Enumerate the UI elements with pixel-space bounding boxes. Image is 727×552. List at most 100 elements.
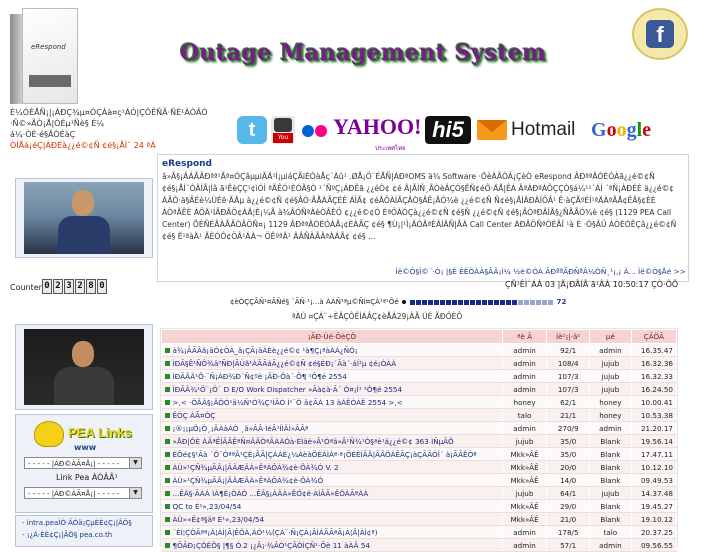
topic-cell[interactable]: à¾¡ÃÃÂã¡äÒ¢ÒÀ_ä¡ÇÃ¡äÀÈè¿¿é©¢ ¹à¶Ç¡ªàÀÀ¿Ñ… bbox=[161, 343, 503, 357]
table-row[interactable]: ¡®¡¡µÖ¡Ò¸¡ÃÀàÀÒ ¸ã»ÂÂ·ÌéÂ¹ÍÌÄÌ»ÂÃª admin 2… bbox=[161, 421, 678, 435]
column-header-replies[interactable]: Íè¹¡|·ä¹ bbox=[546, 329, 591, 344]
topic-title[interactable]: QC to É¹»,23/04/54 bbox=[173, 502, 242, 511]
mail-icon[interactable] bbox=[477, 116, 509, 144]
topic-cell[interactable]: »ÅÐ|ÔÈ ÀÂªÊÌÃÂÊªÑ¤ÂÂÒªÃÀÀÓà·ÈÌäè»Â¹Óªä»Â… bbox=[161, 434, 503, 448]
topic-icon bbox=[164, 413, 170, 418]
progress-block bbox=[457, 299, 463, 305]
topic-title[interactable]: ÌÐÃÂ¾¹Ö¨¡Ö¨ D E/O Work Dispatcher »Ãà¢à·… bbox=[173, 385, 403, 394]
pea-links-panel: PEA Links www - - - - - |ÀÐ©ÀÃ¤Å¡| - - -… bbox=[15, 414, 153, 513]
topics-table-panel: ¡ÃÐ·Ùé·ÕèÇÔ ªè Â Íè¹¡|·ä¹ µé ÇÃÖÃ à¾¡ÃÃÂ… bbox=[160, 328, 678, 552]
time-cell: 19.10.12 bbox=[631, 512, 678, 526]
news-panel: eRespond â»Ã§¡ÂÁÃÂÐªª¹Ãª¤ÓÇâµµiÃÄ¹­Ì¡µiá… bbox=[157, 154, 689, 282]
news-more-row: Ìë©Ò§Ì©¨·Ò¡ |§È ÉÈÖÀÀ§ÂÂ¡Ì¼ ½è©ÒÀ ÂÐªªÃÐ… bbox=[396, 267, 686, 276]
hotmail-icon[interactable]: Hotmail bbox=[511, 116, 587, 144]
topic-title[interactable]: ÌÐÃÂÄ¹Ô·¨Ñ¡ÁÐ¾Ð´Ñ¢ºè ¡ÃÐ·Ôà´·Ô¶ ¹Ô¶é 255… bbox=[173, 372, 347, 381]
table-row[interactable]: ÊÓÇ ÀÃ¤ÓÇ talo 21/1 honey 10.53.38 bbox=[161, 408, 678, 422]
youtube-icon[interactable]: You bbox=[271, 116, 295, 144]
hi5-icon[interactable]: hi5 bbox=[425, 116, 471, 144]
topic-title[interactable]: »ÅÐ|ÔÈ ÀÂªÊÌÃÂÊªÑ¤ÂÂÒªÃÀÀÓà·ÈÌäè»Â¹Óªä»Â… bbox=[173, 437, 454, 446]
header-line-4: ÒÍÅá¡éÇ|ÀÐÉà¿¿é©¢Ñ ¢é§¡ÅÌ¨ 24 ªÁ bbox=[10, 141, 156, 150]
table-row[interactable]: ÌÐÃÂ¾¹Ö¨¡Ö¨ D E/O Work Dispatcher »Ãà¢à·… bbox=[161, 382, 678, 396]
last-poster-cell: admin bbox=[589, 421, 632, 435]
topic-cell[interactable]: ÌÐÃÂ¾¹Ö¨¡Ö¨ D E/O Work Dispatcher »Ãà¢à·… bbox=[161, 382, 503, 396]
progress-block bbox=[499, 299, 505, 305]
column-header-time[interactable]: ÇÃÖÃ bbox=[630, 329, 678, 344]
column-header-topic[interactable]: ¡ÃÐ·Ùé·ÕèÇÔ bbox=[161, 329, 503, 344]
replies-cell: 57/1 bbox=[546, 538, 591, 552]
topic-cell[interactable]: ...ÊÁ§·ÃÀÁ ÌÁ¶È¡ÒÀÓ ...ÊÃ§¡ÀÂÀ»ÊÓ¢é·ÀÌÃÃ… bbox=[161, 486, 503, 500]
google-icon[interactable]: Google bbox=[591, 116, 671, 144]
table-row[interactable]: à¾¡ÃÃÂã¡äÒ¢ÒÀ_ä¡ÇÃ¡äÀÈè¿¿é©¢ ¹à¶Ç¡ªàÀÀ¿Ñ… bbox=[161, 343, 678, 357]
facebook-icon[interactable]: f bbox=[632, 8, 688, 60]
topic-title[interactable]: ÊÓÇ ÀÃ¤ÓÇ bbox=[173, 411, 216, 420]
replies-cell: 29/0 bbox=[546, 499, 591, 513]
pea-links-select[interactable]: - - - - - |ÀÐ©ÀÃ¤Å¡| - - - - - ▼ bbox=[24, 457, 142, 469]
select-value: - - - - - |ÀÐ©ÀÃ¤Å¡| - - - - - bbox=[28, 460, 120, 468]
topic-icon bbox=[164, 517, 170, 522]
table-row[interactable]: >,< ·ÖÂÂ§¡ÂÖÓ¹ä¼Ñ¹Ò¾Ç¹ÌÃÓ Ì¹¨Ö ä¢ÃÀ 13 à… bbox=[161, 395, 678, 409]
topic-cell[interactable]: ÀÙ»¹ÇÑ¾µÃÂ¡|ÂÂÆÂÀ»ÊªÀÔÀ¾¢è·ÔÀ¾Ó V. 2 bbox=[161, 460, 503, 474]
topic-title[interactable]: ...ÊÁ§·ÃÀÁ ÌÁ¶È¡ÒÀÓ ...ÊÃ§¡ÀÂÀ»ÊÓ¢é·ÀÌÃÃ… bbox=[173, 489, 369, 498]
table-row[interactable]: ¶ÕÃÐ¡ÇÒÈÔ§ |¶§ Ó.2 ¡¿Ã¡·¾ÃÒ¹ÇÃÒÌÇÑ¹·Õè 1… bbox=[161, 538, 678, 552]
yahoo-icon[interactable]: YAHOO! ประเทศไทย bbox=[333, 116, 421, 153]
topic-title[interactable]: ´ÈÍ¦ÇÒÃªª¡Á¦ÀÌ|Ã|ÊÖÀ,ÀÓ¹¼(ÇÀ¨·Ñ¡ÇÀ¡ÂÌÁÃÃ… bbox=[173, 528, 378, 537]
replies-cell: 270/9 bbox=[546, 421, 591, 435]
table-row[interactable]: ´ÈÍ¦ÇÒÃªª¡Á¦ÀÌ|Ã|ÊÖÀ,ÀÓ¹¼(ÇÀ¨·Ñ¡ÇÀ¡ÂÌÁÃÃ… bbox=[161, 525, 678, 539]
topic-cell[interactable]: ÀÙ»«Ê¢ª§äª É¹»,23/04/54 bbox=[161, 512, 503, 526]
topic-title[interactable]: ¡®¡¡µÖ¡Ò¸¡ÃÀàÀÒ ¸ã»ÂÂ·ÌéÂ¹ÍÌÄÌ»ÂÃª bbox=[173, 424, 309, 433]
progress-block bbox=[421, 299, 427, 305]
read-more-link[interactable]: >> bbox=[674, 267, 686, 276]
topic-cell[interactable]: ¡®¡¡µÖ¡Ò¸¡ÃÀàÀÒ ¸ã»ÂÂ·ÌéÂ¹ÍÌÄÌ»ÂÃª bbox=[161, 421, 503, 435]
table-row[interactable]: »ÅÐ|ÔÈ ÀÂªÊÌÃÂÊªÑ¤ÂÂÒªÃÀÀÓà·ÈÌäè»Â¹Óªä»Â… bbox=[161, 434, 678, 448]
link-pea-label: Link Pea ÀÒÂÂ¹ bbox=[56, 473, 118, 482]
topic-cell[interactable]: ÈÔé¢§¹Ãà ´Ô¨ÓªªÃ¹ÇÈ¡ÂÃ|ÇÁÀÈ¿¼ÀèàÖÈÀÌÀª·ª… bbox=[161, 447, 503, 461]
column-header-last[interactable]: µé bbox=[589, 329, 632, 344]
news-more-text[interactable]: Ìë©Ò§Ì©¨·Ò¡ |§È ÉÈÖÀÀ§ÂÂ¡Ì¼ ½è©ÒÀ ÂÐªªÃÐ… bbox=[396, 267, 672, 276]
topic-icon bbox=[164, 452, 170, 457]
table-row[interactable]: ...ÊÁ§·ÃÀÁ ÌÁ¶È¡ÒÀÓ ...ÊÃ§¡ÀÂÀ»ÊÓ¢é·ÀÌÃÃ… bbox=[161, 486, 678, 500]
topic-title[interactable]: ÌÐÃ§Ê¹ÑÔ¾ä³ÑÐ|ÃÙã¹ÀÃÃáÃ¿¿é©¢Ñ ¢é§ÈÐ¡´Ãà´… bbox=[173, 359, 397, 368]
avatar bbox=[24, 329, 144, 405]
progress-label: ¢èÒÇÇÃÑ¹¤ÃÑé§ ¨ÃÑ·¹¡...à ÀÀÑ¹ªµ©ÑÍ¤ÇÁ¹ª¹… bbox=[230, 298, 399, 306]
column-header-author[interactable]: ªè Â bbox=[501, 329, 548, 344]
topic-title[interactable]: à¾¡ÃÃÂã¡äÒ¢ÒÀ_ä¡ÇÃ¡äÀÈè¿¿é©¢ ¹à¶Ç¡ªàÀÀ¿Ñ… bbox=[173, 346, 358, 355]
website-link[interactable]: - ¡¿Á·ÈÈ¢Ç¡|ÂÒ§ pea.co.th bbox=[22, 531, 112, 539]
topic-title[interactable]: ¶ÕÃÐ¡ÇÒÈÔ§ |¶§ Ó.2 ¡¿Ã¡·¾ÃÒ¹ÇÃÒÌÇÑ¹·Õè 1… bbox=[173, 541, 371, 550]
topic-cell[interactable]: >,< ·ÖÂÂ§¡ÂÖÓ¹ä¼Ñ¹Ò¾Ç¹ÌÃÓ Ì¹¨Ö ä¢ÃÀ 13 à… bbox=[161, 395, 503, 409]
author-cell: jujub bbox=[502, 486, 548, 500]
progress-block bbox=[469, 299, 475, 305]
date-time-status: ÇÑ¹ÊÌ¨ÁÀ 03 |Ã¡ÐÃÍÃ ã¹ÂÀ 10:50:17 ÇÒ·ÔÕ bbox=[505, 280, 679, 289]
header-line-3: á¼·ÒÈ·é§ÂÒÉàÇ bbox=[10, 130, 76, 139]
topic-title[interactable]: >,< ·ÖÂÂ§¡ÂÖÓ¹ä¼Ñ¹Ò¾Ç¹ÌÃÓ Ì¹¨Ö ä¢ÃÀ 13 à… bbox=[173, 398, 403, 407]
counter-digit: 0 bbox=[97, 279, 107, 294]
table-row[interactable]: ÌÐÃÂÄ¹Ô·¨Ñ¡ÁÐ¾Ð´Ñ¢ºè ¡ÃÐ·Ôà´·Ô¶ ¹Ô¶é 255… bbox=[161, 369, 678, 383]
topic-title[interactable]: ÀÙ»¹ÇÑ¾µÃÂ¡|ÂÂÆÂÀ»ÊªÀÔÀ¾¢è·ÔÀ¾Ó bbox=[173, 476, 324, 485]
time-cell: 09.49.53 bbox=[631, 473, 678, 487]
topic-title[interactable]: ÀÙ»«Ê¢ª§äª É¹»,23/04/54 bbox=[173, 515, 265, 524]
topic-cell[interactable]: ÊÓÇ ÀÃ¤ÓÇ bbox=[161, 408, 503, 422]
table-row[interactable]: ÌÐÃ§Ê¹ÑÔ¾ä³ÑÐ|ÃÙã¹ÀÃÃáÃ¿¿é©¢Ñ ¢é§ÈÐ¡´Ãà´… bbox=[161, 356, 678, 370]
topic-cell[interactable]: ÌÐÃÂÄ¹Ô·¨Ñ¡ÁÐ¾Ð´Ñ¢ºè ¡ÃÐ·Ôà´·Ô¶ ¹Ô¶é 255… bbox=[161, 369, 503, 383]
flickr-icon[interactable] bbox=[300, 116, 330, 144]
table-row[interactable]: ÀÙ»«Ê¢ª§äª É¹»,23/04/54 Mkk»ÂÊ 21/0 Blank 19… bbox=[161, 512, 678, 526]
topic-title[interactable]: ÈÔé¢§¹Ãà ´Ô¨ÓªªÃ¹ÇÈ¡ÂÃ|ÇÁÀÈ¿¼ÀèàÖÈÀÌÀª·ª… bbox=[173, 450, 477, 459]
table-row[interactable]: ÀÙ»¹ÇÑ¾µÃÂ¡|ÂÂÆÂÀ»ÊªÀÔÀ¾¢è·ÔÀ¾Ó Mkk»ÂÊ 14/… bbox=[161, 473, 678, 487]
author-cell: admin bbox=[502, 356, 548, 370]
topic-cell[interactable]: QC to É¹»,23/04/54 bbox=[161, 499, 503, 513]
topic-cell[interactable]: ÀÙ»¹ÇÑ¾µÃÂ¡|ÂÂÆÂÀ»ÊªÀÔÀ¾¢è·ÔÀ¾Ó bbox=[161, 473, 503, 487]
table-row[interactable]: ÈÔé¢§¹Ãà ´Ô¨ÓªªÃ¹ÇÈ¡ÂÃ|ÇÁÀÈ¿¼ÀèàÖÈÀÌÀª·ª… bbox=[161, 447, 678, 461]
author-cell: admin bbox=[502, 369, 548, 383]
topic-cell[interactable]: ´ÈÍ¦ÇÒÃªª¡Á¦ÀÌ|Ã|ÊÖÀ,ÀÓ¹¼(ÇÀ¨·Ñ¡ÇÀ¡ÂÌÁÃÃ… bbox=[161, 525, 503, 539]
header-line-1: É¼ÓÈÅÑ¡|¡ÁÐÇ¾µ¤ÓÇÁà¤ç¹ÁÓ|ÇÔÊÑÃ·ÑÉ¹­ÀÒÂÓ bbox=[10, 108, 208, 117]
time-cell: 16.24.50 bbox=[631, 382, 678, 396]
author-cell: jujub bbox=[502, 434, 548, 448]
topic-title[interactable]: ÀÙ»¹ÇÑ¾µÃÂ¡|ÂÂÆÂÀ»ÊªÀÔÀ¾¢è·ÔÀ¾Ó V. 2 bbox=[173, 463, 339, 472]
progress-value: 72 bbox=[556, 298, 567, 306]
topic-cell[interactable]: ÌÐÃ§Ê¹ÑÔ¾ä³ÑÐ|ÃÙã¹ÀÃÃáÃ¿¿é©¢Ñ ¢é§ÈÐ¡´Ãà´… bbox=[161, 356, 503, 370]
twitter-icon[interactable]: t bbox=[237, 116, 267, 144]
link-pea-select[interactable]: - - - - - |ÀÐ©ÀÃ¤Å¡| - - - - - ▼ bbox=[24, 487, 142, 499]
table-row[interactable]: ÀÙ»¹ÇÑ¾µÃÂ¡|ÂÂÆÂÀ»ÊªÀÔÀ¾¢è·ÔÀ¾Ó V. 2 Mkk»… bbox=[161, 460, 678, 474]
intranet-link[interactable]: - intra.peaÌÒ·ÄÒä¡ÇµÉÈ¢Ç¡|ÂÒ§ bbox=[22, 519, 132, 527]
table-row[interactable]: QC to É¹»,23/04/54 Mkk»ÂÊ 29/0 Blank 19.45.2… bbox=[161, 499, 678, 513]
topic-cell[interactable]: ¶ÕÃÐ¡ÇÒÈÔ§ |¶§ Ó.2 ¡¿Ã¡·¾ÃÒ¹ÇÃÒÌÇÑ¹·Õè 1… bbox=[161, 538, 503, 552]
